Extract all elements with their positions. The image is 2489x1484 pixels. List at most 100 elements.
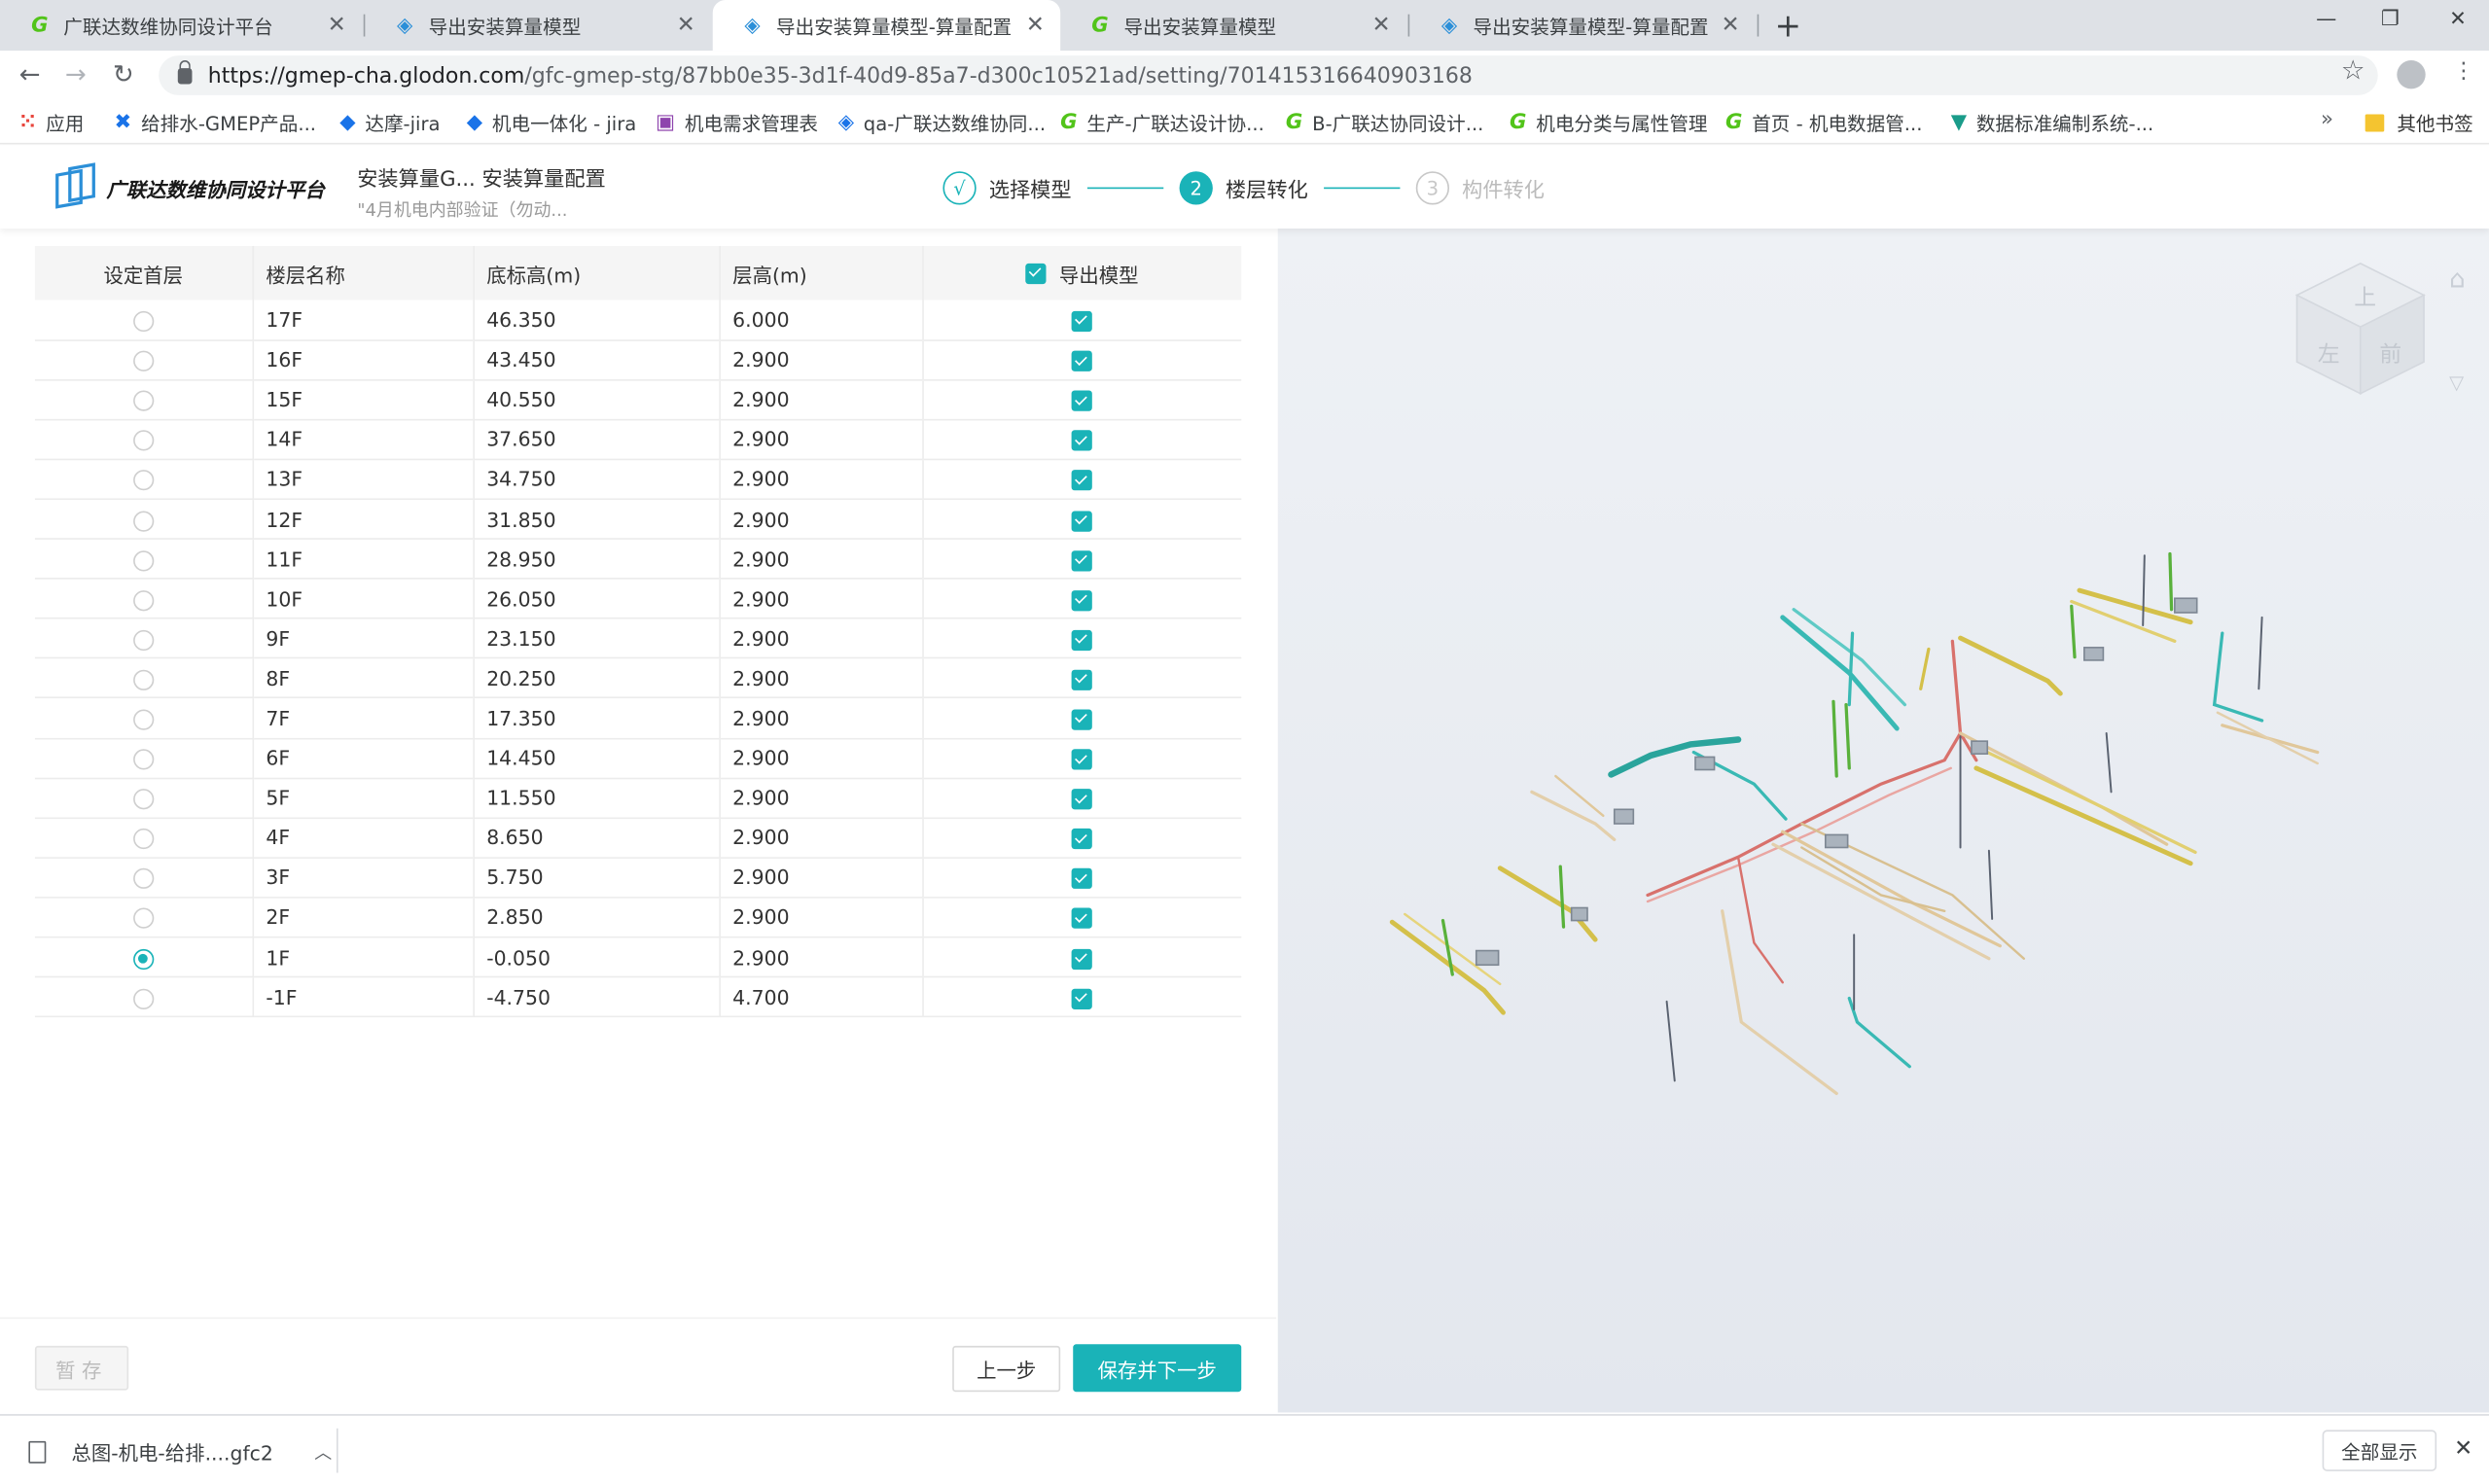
floor-name-cell: 15F	[252, 379, 475, 420]
export-checkbox[interactable]	[1072, 629, 1093, 651]
reload-icon[interactable]: ↻	[113, 58, 134, 88]
export-checkbox[interactable]	[1072, 908, 1093, 930]
export-checkbox[interactable]	[1072, 310, 1093, 332]
first-floor-radio[interactable]	[132, 868, 154, 890]
show-all-downloads-button[interactable]: 全部显示	[2322, 1430, 2437, 1471]
base-elevation-cell: 14.450	[473, 737, 721, 778]
chevron-up-icon[interactable]: ︿	[314, 1438, 332, 1464]
first-floor-cell	[34, 857, 254, 898]
platform-logo[interactable]: 广联达数维协同设计平台	[55, 162, 325, 210]
close-tab-icon[interactable]: ✕	[1026, 13, 1045, 38]
step-1-label: 选择模型	[988, 179, 1072, 203]
export-cell	[922, 419, 1241, 459]
export-all-checkbox[interactable]	[1025, 263, 1047, 284]
first-floor-radio[interactable]	[132, 549, 154, 571]
export-checkbox[interactable]	[1072, 390, 1093, 412]
restore-icon[interactable]: ❐	[2381, 8, 2400, 31]
g-icon: G	[1060, 111, 1078, 135]
export-checkbox[interactable]	[1072, 669, 1093, 690]
first-floor-radio[interactable]	[132, 948, 154, 970]
first-floor-radio[interactable]	[132, 988, 154, 1009]
browser-menu-icon[interactable]: ⋮	[2452, 58, 2474, 84]
browser-tab-5[interactable]: ◈ 导出安装算量模型-算量配置 ✕	[1409, 0, 1756, 51]
close-download-bar-icon[interactable]: ✕	[2454, 1436, 2472, 1462]
minimize-icon[interactable]: —	[2316, 8, 2336, 31]
back-icon[interactable]: ←	[19, 58, 41, 88]
save-draft-button[interactable]: 暂存	[34, 1345, 129, 1391]
first-floor-radio[interactable]	[132, 350, 154, 372]
cube-icon: ◈	[397, 13, 413, 38]
bookmark-item[interactable]: ▣ 机电需求管理表	[656, 110, 818, 137]
bookmark-item[interactable]: ◆ 机电一体化 - jira	[467, 110, 636, 137]
first-floor-radio[interactable]	[132, 709, 154, 730]
bookmark-item[interactable]: ◆ 达摩-jira	[339, 110, 440, 137]
tab-title: 导出安装算量模型-算量配置	[1473, 15, 1709, 38]
close-tab-icon[interactable]: ✕	[1722, 13, 1740, 38]
first-floor-radio[interactable]	[132, 310, 154, 332]
first-floor-radio[interactable]	[132, 390, 154, 412]
col-header-first-floor: 设定首层	[34, 245, 254, 300]
bookmark-apps[interactable]: ⁙ 应用	[19, 110, 85, 137]
bookmark-item[interactable]: ◈ qa-广联达数维协同...	[838, 110, 1046, 137]
table-row: 9F 23.150 2.900	[34, 618, 1242, 659]
first-floor-radio[interactable]	[132, 430, 154, 452]
download-item[interactable]: 总图-机电-给排....gfc2 ︿	[28, 1436, 332, 1466]
export-checkbox[interactable]	[1072, 789, 1093, 810]
browser-tab-2[interactable]: ◈ 导出安装算量模型 ✕	[365, 0, 711, 51]
first-floor-cell	[34, 379, 254, 420]
bookmark-item[interactable]: G B-广联达协同设计...	[1286, 110, 1483, 137]
other-bookmarks-folder[interactable]: 其他书签	[2365, 110, 2473, 137]
export-checkbox[interactable]	[1072, 589, 1093, 611]
export-checkbox[interactable]	[1072, 988, 1093, 1009]
bookmark-item[interactable]: G 生产-广联达设计协...	[1060, 110, 1264, 137]
first-floor-radio[interactable]	[132, 908, 154, 930]
export-checkbox[interactable]	[1072, 709, 1093, 730]
export-checkbox[interactable]	[1072, 868, 1093, 890]
close-window-icon[interactable]: ✕	[2449, 8, 2467, 31]
model-3d-viewer[interactable]: 上 左 前 ⌂ ▽	[1277, 229, 2489, 1413]
first-floor-radio[interactable]	[132, 749, 154, 770]
close-tab-icon[interactable]: ✕	[1371, 13, 1390, 38]
floor-height-cell: 2.900	[719, 777, 924, 818]
export-checkbox[interactable]	[1072, 829, 1093, 850]
floor-height-cell: 2.900	[719, 539, 924, 580]
save-and-next-button[interactable]: 保存并下一步	[1073, 1344, 1242, 1393]
close-tab-icon[interactable]: ✕	[328, 13, 346, 38]
first-floor-cell	[34, 300, 254, 340]
profile-avatar-icon[interactable]	[2397, 60, 2426, 89]
first-floor-radio[interactable]	[132, 470, 154, 491]
export-checkbox[interactable]	[1072, 749, 1093, 770]
bookmark-item[interactable]: ✖ 给排水-GMEP产品...	[115, 110, 317, 137]
export-checkbox[interactable]	[1072, 430, 1093, 452]
bookmark-item[interactable]: G 机电分类与属性管理	[1510, 110, 1707, 137]
export-checkbox[interactable]	[1072, 350, 1093, 372]
first-floor-radio[interactable]	[132, 789, 154, 810]
new-tab-icon[interactable]: +	[1775, 7, 1801, 45]
browser-tab-1[interactable]: G 广联达数维协同设计平台 ✕	[0, 0, 362, 51]
floor-name-cell: 5F	[252, 777, 475, 818]
browser-tab-4[interactable]: G 导出安装算量模型 ✕	[1060, 0, 1406, 51]
export-checkbox[interactable]	[1072, 948, 1093, 970]
browser-tab-3-active[interactable]: ◈ 导出安装算量模型-算量配置 ✕	[712, 0, 1061, 52]
bookmark-star-icon[interactable]: ☆	[2341, 55, 2365, 88]
first-floor-radio[interactable]	[132, 510, 154, 531]
previous-step-button[interactable]: 上一步	[952, 1345, 1061, 1393]
export-checkbox[interactable]	[1072, 470, 1093, 491]
export-checkbox[interactable]	[1072, 549, 1093, 571]
bookmark-item[interactable]: ▼ 数据标准编制系统-...	[1951, 110, 2154, 137]
floor-name-cell: 16F	[252, 339, 475, 380]
first-floor-radio[interactable]	[132, 669, 154, 690]
close-tab-icon[interactable]: ✕	[677, 13, 695, 38]
url-field[interactable]: https://gmep-cha.glodon.com/gfc-gmep-stg…	[159, 55, 2378, 95]
base-elevation-cell: -4.750	[473, 976, 721, 1017]
first-floor-radio[interactable]	[132, 629, 154, 651]
bookmarks-overflow-icon[interactable]: »	[2321, 108, 2333, 131]
export-checkbox[interactable]	[1072, 510, 1093, 531]
bookmark-item[interactable]: G 首页 - 机电数据管...	[1725, 110, 1922, 137]
bookmark-label: 机电分类与属性管理	[1536, 112, 1708, 135]
stepper: √ 选择模型 2 楼层转化 3 构件转化	[942, 171, 1545, 205]
first-floor-radio[interactable]	[132, 589, 154, 611]
bookmark-label: 应用	[46, 112, 85, 135]
forward-icon[interactable]: →	[65, 58, 87, 88]
first-floor-radio[interactable]	[132, 829, 154, 850]
